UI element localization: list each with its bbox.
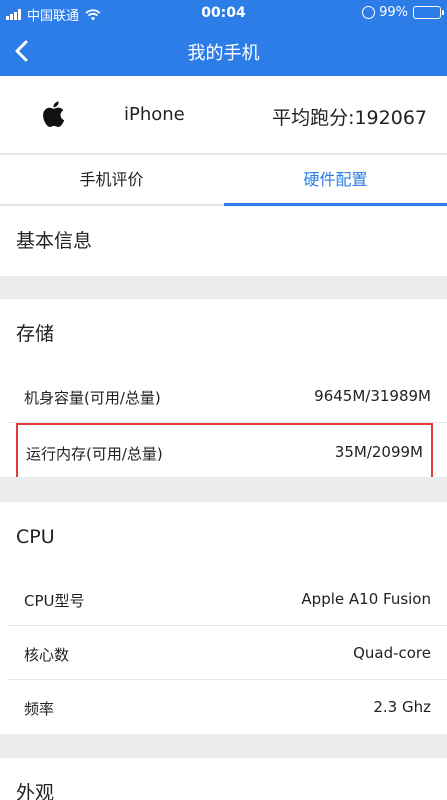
nav-bar: 我的手机 bbox=[0, 26, 447, 76]
row-label: 运行内存(可用/总量) bbox=[26, 445, 163, 463]
section-title: CPU bbox=[16, 526, 55, 548]
section-basic-info[interactable]: 基本信息 bbox=[0, 206, 447, 276]
row-value: 35M/2099M bbox=[334, 443, 423, 461]
list-item: 核心数 Quad-core bbox=[8, 626, 447, 680]
benchmark-score: 平均跑分:192067 bbox=[272, 107, 427, 129]
row-label: 机身容量(可用/总量) bbox=[24, 389, 161, 407]
section-storage: 存储 机身容量(可用/总量) 9645M/31989M 运行内存(可用/总量) … bbox=[0, 299, 447, 477]
section-cpu: CPU CPU型号 Apple A10 Fusion 核心数 Quad-core… bbox=[0, 502, 447, 734]
section-title: 存储 bbox=[16, 323, 55, 345]
section-title: 外观 bbox=[16, 782, 55, 800]
tab-bar: 手机评价 硬件配置 bbox=[0, 155, 447, 206]
status-right: 99% bbox=[362, 5, 444, 20]
status-bar: 中国联通 00:04 99% bbox=[0, 0, 447, 26]
orientation-lock-icon bbox=[362, 6, 376, 19]
row-label: 核心数 bbox=[24, 646, 70, 664]
battery-percent: 99% bbox=[379, 5, 408, 20]
list-item: 机身容量(可用/总量) 9645M/31989M bbox=[8, 369, 447, 423]
section-appearance: 外观 bbox=[0, 758, 447, 800]
apple-logo-icon bbox=[43, 101, 65, 128]
row-label: CPU型号 bbox=[24, 592, 85, 610]
row-value: Apple A10 Fusion bbox=[301, 590, 431, 608]
page-title: 我的手机 bbox=[187, 43, 260, 64]
list-item-highlighted: 运行内存(可用/总量) 35M/2099M bbox=[16, 423, 433, 477]
tab-hardware-config[interactable]: 硬件配置 bbox=[224, 155, 447, 206]
tab-phone-review[interactable]: 手机评价 bbox=[0, 155, 223, 205]
list-item: 频率 2.3 Ghz bbox=[8, 680, 447, 734]
device-model: iPhone bbox=[124, 104, 185, 125]
row-value: Quad-core bbox=[353, 644, 431, 662]
device-header: iPhone 平均跑分:192067 bbox=[0, 76, 447, 154]
row-value: 9645M/31989M bbox=[314, 387, 431, 405]
list-item: CPU型号 Apple A10 Fusion bbox=[8, 572, 447, 626]
section-title: 基本信息 bbox=[16, 230, 93, 252]
battery-icon bbox=[413, 6, 444, 19]
row-label: 频率 bbox=[24, 700, 55, 718]
row-value: 2.3 Ghz bbox=[373, 698, 431, 716]
